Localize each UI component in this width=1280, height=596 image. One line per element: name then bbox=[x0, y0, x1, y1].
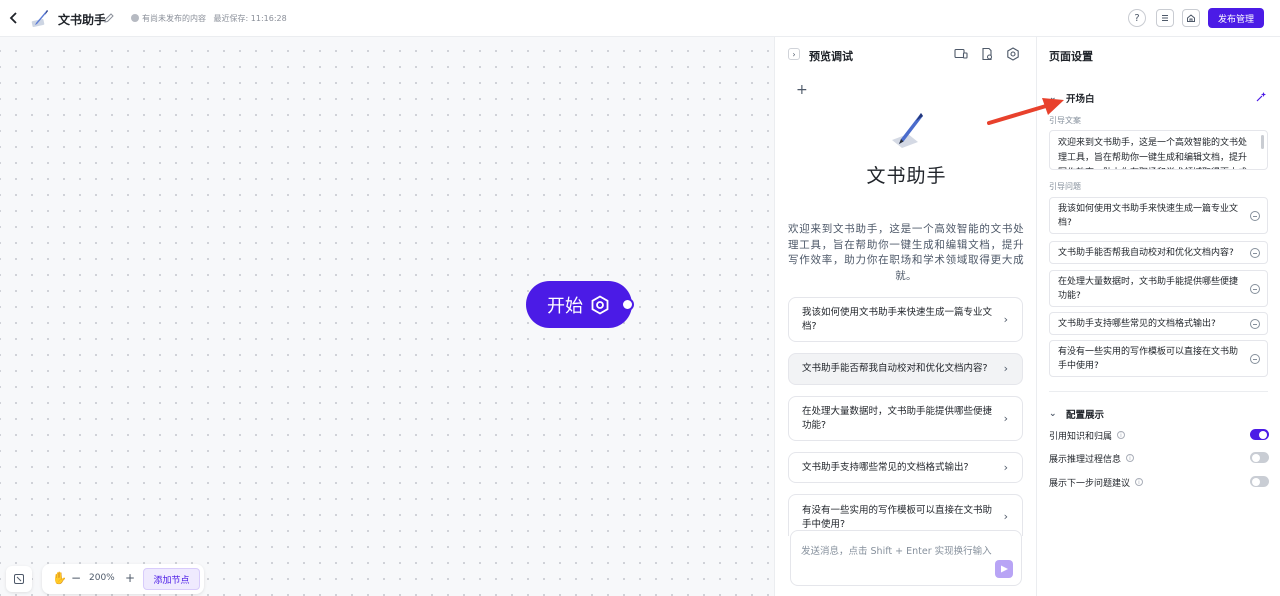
toggle-row-next-question: 展示下一步问题建议 i bbox=[1049, 475, 1269, 489]
chevron-down-icon: ⌄ bbox=[1049, 409, 1057, 419]
guide-question-text: 我该如何使用文书助手来快速生成一篇专业文档? bbox=[1058, 203, 1239, 228]
remove-circle-icon[interactable] bbox=[1250, 283, 1260, 294]
toggle-label: 展示推理过程信息 bbox=[1049, 454, 1122, 465]
citation-toggle[interactable] bbox=[1250, 429, 1269, 440]
top-header: 文书助手 有尚未发布的内容 最近保存: 11:16:28 ? 发布管理 bbox=[0, 0, 1280, 37]
ai-sparkle-icon[interactable] bbox=[1255, 91, 1267, 103]
opening-section-title: 开场白 bbox=[1066, 94, 1095, 105]
settings-icon[interactable] bbox=[1006, 47, 1020, 61]
info-icon[interactable]: i bbox=[1126, 454, 1135, 462]
section-divider bbox=[1049, 391, 1268, 392]
info-icon[interactable]: i bbox=[1135, 478, 1144, 486]
suggested-question-text: 我该如何使用文书助手来快速生成一篇专业文档? bbox=[802, 306, 993, 332]
guide-question-input[interactable]: 在处理大量数据时，文书助手能提供哪些便捷功能? bbox=[1049, 270, 1268, 307]
guide-question-input[interactable]: 文书助手能否帮我自动校对和优化文档内容? bbox=[1049, 241, 1268, 264]
chevron-right-icon: › bbox=[1003, 362, 1008, 375]
fit-view-icon bbox=[14, 574, 24, 584]
guide-text-input[interactable]: 欢迎来到文书助手，这是一个高效智能的文书处理工具，旨在帮助你一键生成和编辑文档，… bbox=[1049, 130, 1268, 170]
publish-management-button[interactable]: 发布管理 bbox=[1208, 8, 1264, 28]
remove-circle-icon[interactable] bbox=[1250, 353, 1260, 364]
start-node-output-port[interactable] bbox=[621, 298, 634, 311]
guide-questions-label: 引导问题 bbox=[1049, 182, 1081, 191]
suggested-question[interactable]: 我该如何使用文书助手来快速生成一篇专业文档? › bbox=[788, 297, 1023, 342]
suggested-question-text: 文书助手支持哪些常见的文档格式输出? bbox=[802, 461, 969, 473]
suggested-question-text: 在处理大量数据时，文书助手能提供哪些便捷功能? bbox=[802, 405, 993, 431]
start-node-label: 开始 bbox=[547, 295, 583, 317]
display-section-header[interactable]: ⌄ 配置展示 bbox=[1049, 407, 1104, 421]
remove-circle-icon[interactable] bbox=[1250, 247, 1260, 258]
guide-question-text: 文书助手能否帮我自动校对和优化文档内容? bbox=[1058, 247, 1234, 258]
hand-tool-icon[interactable]: ✋ bbox=[52, 571, 67, 585]
guide-question-text: 在处理大量数据时，文书助手能提供哪些便捷功能? bbox=[1058, 276, 1239, 301]
guide-text-label: 引导文案 bbox=[1049, 116, 1081, 125]
zoom-out-button[interactable]: − bbox=[71, 571, 81, 585]
chevron-right-icon: › bbox=[1003, 460, 1008, 474]
send-icon bbox=[1001, 565, 1008, 573]
last-saved-text: 最近保存: 11:16:28 bbox=[213, 14, 287, 23]
remove-circle-icon[interactable] bbox=[1250, 210, 1260, 221]
chevron-right-icon: › bbox=[1003, 510, 1008, 523]
suggested-question[interactable]: 在处理大量数据时，文书助手能提供哪些便捷功能? › bbox=[788, 396, 1023, 441]
reasoning-toggle[interactable] bbox=[1250, 452, 1269, 463]
chevron-right-icon: › bbox=[1003, 411, 1008, 425]
help-icon[interactable]: ? bbox=[1128, 9, 1146, 27]
save-status: 有尚未发布的内容 最近保存: 11:16:28 bbox=[142, 13, 287, 24]
chat-input-placeholder: 发送消息，点击 Shift + Enter 实现换行输入 bbox=[801, 546, 992, 557]
add-node-button[interactable]: 添加节点 bbox=[143, 568, 200, 590]
bot-avatar-icon bbox=[892, 113, 923, 148]
toggle-row-citation: 引用知识和归属 i bbox=[1049, 428, 1269, 442]
quill-logo-icon bbox=[31, 10, 48, 27]
workflow-canvas[interactable]: 开始 ✋ − 200% + 添加节点 bbox=[0, 37, 774, 596]
guide-question-input[interactable]: 我该如何使用文书助手来快速生成一篇专业文档? bbox=[1049, 197, 1268, 234]
next-question-toggle[interactable] bbox=[1250, 476, 1269, 487]
zoom-toolbar: ✋ − 200% + 添加节点 bbox=[42, 564, 204, 594]
preview-panel: › 预览调试 + 文书助手 欢迎来到文书助手，这是一个高效智能的文书处理工具，旨… bbox=[774, 37, 1037, 596]
send-button[interactable] bbox=[995, 560, 1013, 578]
welcome-message: 欢迎来到文书助手，这是一个高效智能的文书处理工具，旨在帮助你一键生成和编辑文档，… bbox=[788, 223, 1024, 282]
page-settings-panel: 页面设置 ⌄ 开场白 引导文案 欢迎来到文书助手，这是一个高效智能的文书处理工具… bbox=[1037, 37, 1280, 596]
new-chat-plus-icon[interactable]: + bbox=[796, 82, 808, 98]
edit-icon[interactable] bbox=[103, 12, 115, 24]
preview-title: 预览调试 bbox=[809, 50, 853, 63]
settings-title: 页面设置 bbox=[1049, 50, 1093, 63]
guide-question-text: 文书助手支持哪些常见的文档格式输出? bbox=[1058, 318, 1216, 329]
guide-question-input[interactable]: 文书助手支持哪些常见的文档格式输出? bbox=[1049, 312, 1268, 335]
display-section-title: 配置展示 bbox=[1066, 410, 1105, 421]
device-preview-icon[interactable] bbox=[954, 47, 968, 61]
chat-input[interactable]: 发送消息，点击 Shift + Enter 实现换行输入 bbox=[790, 530, 1022, 586]
chevron-right-icon: › bbox=[1003, 312, 1008, 326]
guide-question-text: 有没有一些实用的写作模板可以直接在文书助手中使用? bbox=[1058, 346, 1239, 371]
guide-text-value: 欢迎来到文书助手，这是一个高效智能的文书处理工具，旨在帮助你一键生成和编辑文档，… bbox=[1058, 138, 1248, 169]
suggested-question[interactable]: 文书助手能否帮我自动校对和优化文档内容? › bbox=[788, 353, 1023, 385]
guide-text-scrollbar[interactable] bbox=[1261, 135, 1264, 149]
fit-view-button[interactable] bbox=[6, 566, 32, 592]
doc-settings-icon[interactable] bbox=[980, 47, 994, 61]
guide-question-input[interactable]: 有没有一些实用的写作模板可以直接在文书助手中使用? bbox=[1049, 340, 1268, 377]
back-icon[interactable] bbox=[7, 10, 21, 26]
app-title: 文书助手 bbox=[58, 13, 107, 27]
list-icon[interactable] bbox=[1156, 9, 1174, 27]
suggested-question-text: 文书助手能否帮我自动校对和优化文档内容? bbox=[802, 363, 988, 374]
info-icon[interactable]: i bbox=[1117, 431, 1126, 439]
suggested-question-text: 有没有一些实用的写作模板可以直接在文书助手中使用? bbox=[802, 505, 993, 530]
chevron-down-icon: ⌄ bbox=[1049, 93, 1057, 103]
collapse-chevron-icon[interactable]: › bbox=[788, 48, 800, 60]
toggle-label: 引用知识和归属 bbox=[1049, 431, 1113, 442]
suggested-question[interactable]: 文书助手支持哪些常见的文档格式输出? › bbox=[788, 452, 1023, 483]
opening-section-header[interactable]: ⌄ 开场白 bbox=[1049, 91, 1095, 105]
unpublished-status-text: 有尚未发布的内容 bbox=[142, 14, 206, 23]
toggle-label: 展示下一步问题建议 bbox=[1049, 478, 1131, 489]
zoom-in-button[interactable]: + bbox=[125, 571, 135, 585]
start-node[interactable]: 开始 bbox=[526, 281, 632, 328]
unpublished-status-icon bbox=[131, 14, 139, 22]
toggle-row-reasoning: 展示推理过程信息 i bbox=[1049, 451, 1269, 465]
remove-circle-icon[interactable] bbox=[1250, 318, 1260, 329]
home-icon[interactable] bbox=[1182, 9, 1200, 27]
settings-hexagon-icon bbox=[591, 294, 609, 315]
bot-name: 文书助手 bbox=[866, 165, 947, 187]
zoom-level: 200% bbox=[89, 573, 115, 583]
